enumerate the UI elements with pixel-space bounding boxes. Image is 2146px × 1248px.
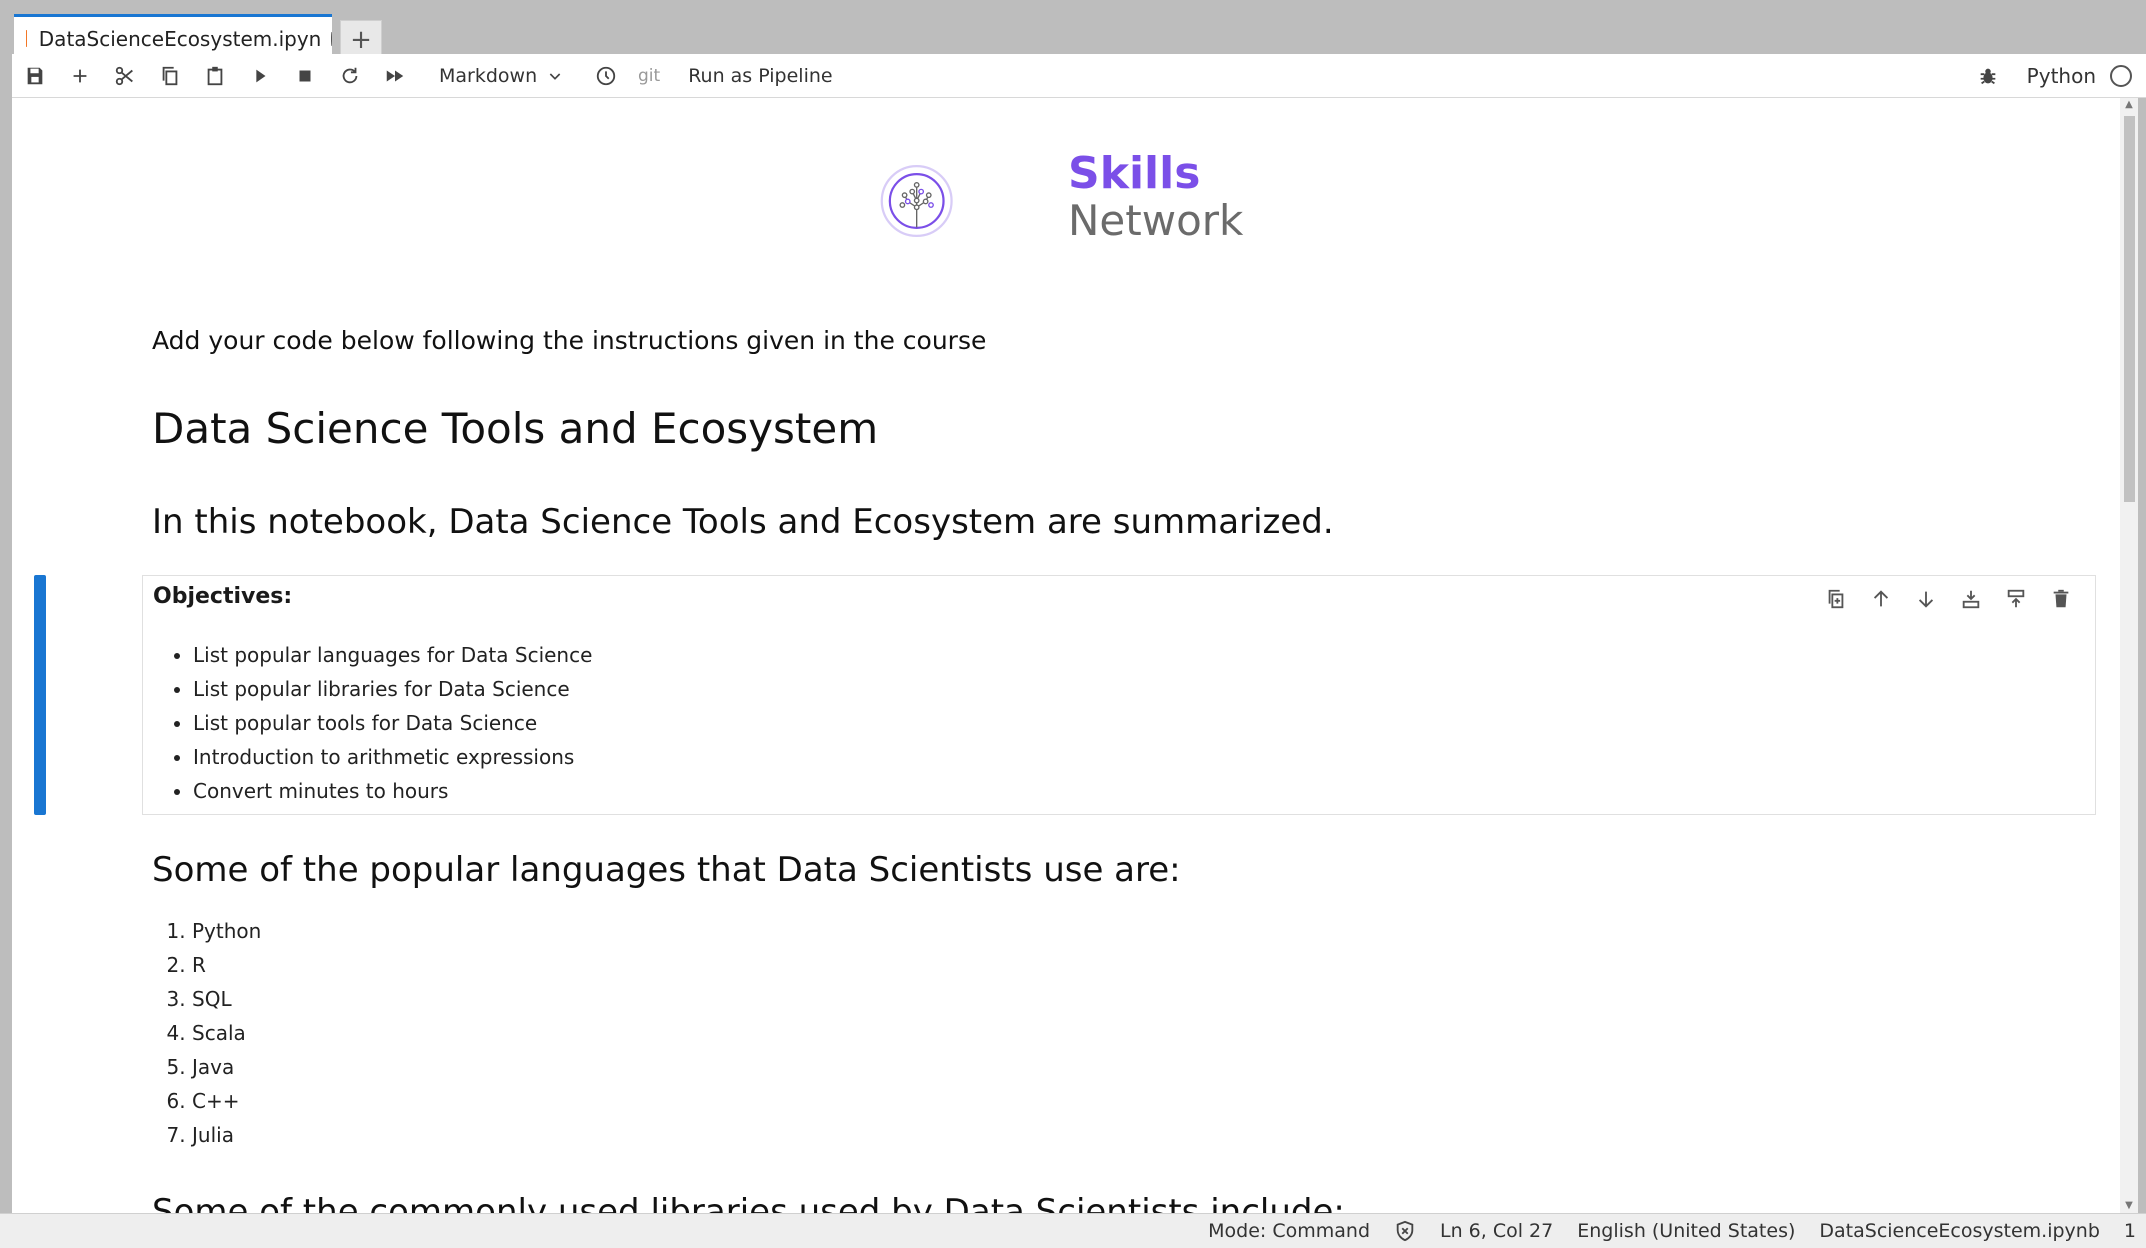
restart-icon[interactable] bbox=[327, 54, 372, 98]
objectives-list: List popular languages for Data Science … bbox=[193, 638, 592, 808]
list-item: R bbox=[192, 948, 261, 982]
notebook-panel[interactable]: Skills Network Add your code below follo… bbox=[12, 98, 2120, 1213]
notebook-toolbar: Markdown git Run as Pipeline Python bbox=[12, 54, 2146, 98]
mode-indicator: Mode: Command bbox=[1208, 1220, 1371, 1242]
objectives-title: Objectives: bbox=[153, 584, 293, 609]
spellcheck-language[interactable]: English (United States) bbox=[1577, 1220, 1795, 1242]
list-item: C++ bbox=[192, 1084, 261, 1118]
debugger-bug-icon[interactable] bbox=[1966, 54, 2011, 98]
list-item: Julia bbox=[192, 1118, 261, 1152]
languages-list: Python R SQL Scala Java C++ Julia bbox=[192, 914, 261, 1152]
intro-text: Add your code below following the instru… bbox=[152, 326, 987, 355]
insert-above-icon[interactable] bbox=[1948, 584, 1993, 614]
save-icon[interactable] bbox=[12, 54, 57, 98]
copy-icon[interactable] bbox=[147, 54, 192, 98]
kernel-info: Python bbox=[1966, 54, 2132, 98]
move-down-icon[interactable] bbox=[1903, 584, 1948, 614]
tab-bar: DataScienceEcosystem.ipyn + bbox=[12, 6, 2146, 60]
scrollbar-thumb[interactable] bbox=[2124, 116, 2135, 502]
status-bar: Mode: Command Ln 6, Col 27 English (Unit… bbox=[0, 1213, 2146, 1248]
list-item: List popular libraries for Data Science bbox=[193, 672, 592, 706]
cell-toolbar bbox=[1813, 584, 2083, 614]
list-item: List popular tools for Data Science bbox=[193, 706, 592, 740]
insert-below-icon[interactable] bbox=[1993, 584, 2038, 614]
delete-cell-icon[interactable] bbox=[2038, 584, 2083, 614]
run-icon[interactable] bbox=[237, 54, 282, 98]
objectives-cell[interactable]: Objectives: List popular languages for D… bbox=[142, 575, 2096, 815]
clock-icon[interactable] bbox=[583, 54, 628, 98]
list-item: Introduction to arithmetic expressions bbox=[193, 740, 592, 774]
active-cell-collapser[interactable] bbox=[34, 575, 46, 815]
skills-network-logo bbox=[880, 164, 953, 238]
kernel-status-icon bbox=[2110, 64, 2132, 87]
cell-type-value: Markdown bbox=[439, 64, 538, 87]
cursor-position[interactable]: Ln 6, Col 27 bbox=[1440, 1220, 1553, 1242]
move-up-icon[interactable] bbox=[1858, 584, 1903, 614]
trust-shield-icon[interactable] bbox=[1394, 1220, 1416, 1242]
list-item: Python bbox=[192, 914, 261, 948]
summary-heading: In this notebook, Data Science Tools and… bbox=[152, 502, 1334, 542]
status-filename: DataScienceEcosystem.ipynb bbox=[1819, 1220, 2100, 1242]
tab-label: DataScienceEcosystem.ipyn bbox=[38, 26, 322, 51]
logo-text-skills: Skills bbox=[1068, 148, 1201, 199]
libraries-heading: Some of the commonly used libraries used… bbox=[152, 1192, 1345, 1213]
unsaved-indicator-icon[interactable] bbox=[331, 31, 332, 46]
duplicate-cell-icon[interactable] bbox=[1813, 584, 1858, 614]
notebook-title: Data Science Tools and Ecosystem bbox=[152, 404, 879, 453]
languages-heading: Some of the popular languages that Data … bbox=[152, 850, 1181, 890]
notebook-scrollbar[interactable]: ▲ ▼ bbox=[2120, 98, 2138, 1213]
cell-type-select[interactable]: Markdown bbox=[439, 65, 583, 87]
notebook-icon bbox=[26, 30, 27, 47]
add-cell-icon[interactable] bbox=[57, 54, 102, 98]
git-button[interactable]: git bbox=[638, 66, 660, 86]
list-item: List popular languages for Data Science bbox=[193, 638, 592, 672]
notification-count[interactable]: 1 bbox=[2124, 1220, 2136, 1242]
fast-forward-icon[interactable] bbox=[372, 54, 417, 98]
list-item: Scala bbox=[192, 1016, 261, 1050]
run-as-pipeline-button[interactable]: Run as Pipeline bbox=[688, 65, 832, 87]
scroll-down-icon[interactable]: ▼ bbox=[2124, 1201, 2134, 1211]
list-item: SQL bbox=[192, 982, 261, 1016]
paste-icon[interactable] bbox=[192, 54, 237, 98]
list-item: Java bbox=[192, 1050, 261, 1084]
kernel-name[interactable]: Python bbox=[2027, 64, 2096, 88]
stop-icon[interactable] bbox=[282, 54, 327, 98]
cut-icon[interactable] bbox=[102, 54, 147, 98]
logo-text-network: Network bbox=[1068, 196, 1244, 245]
list-item: Convert minutes to hours bbox=[193, 774, 592, 808]
scroll-up-icon[interactable]: ▲ bbox=[2124, 100, 2134, 110]
chevron-down-icon bbox=[549, 72, 561, 80]
